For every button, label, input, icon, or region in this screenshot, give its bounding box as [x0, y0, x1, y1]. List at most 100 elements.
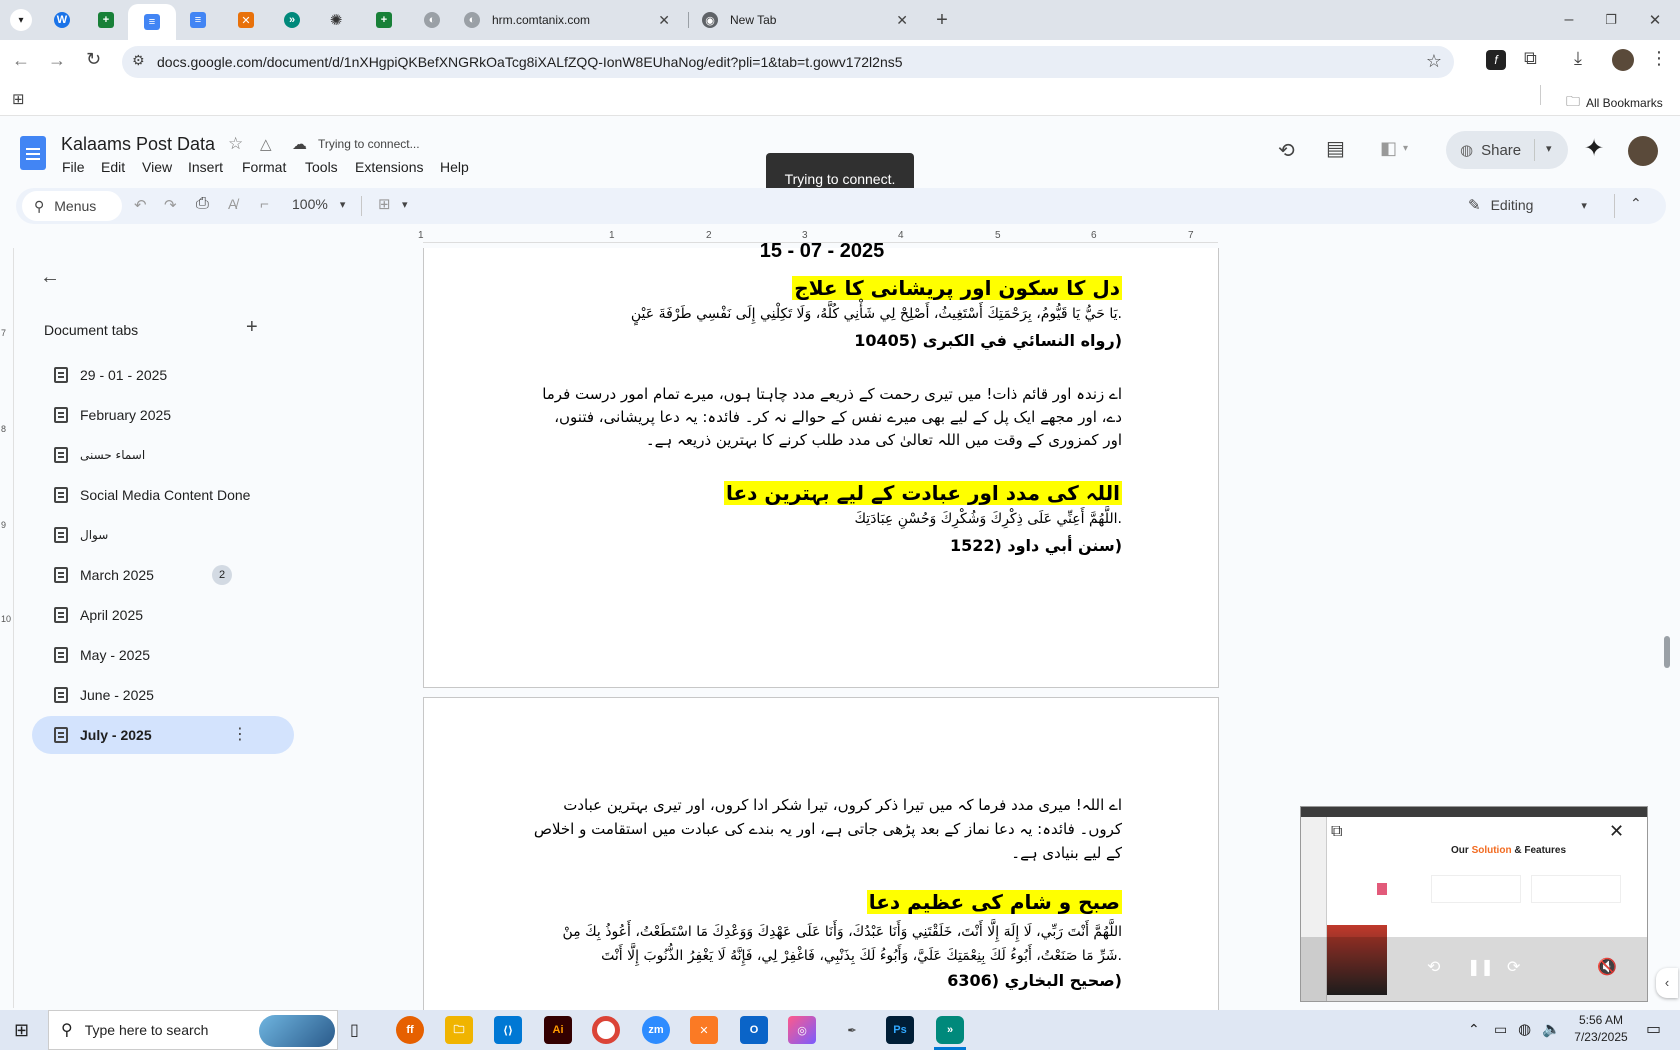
- rewind-icon[interactable]: ⟲: [1427, 957, 1440, 977]
- pinned-tab-7[interactable]: ✺: [322, 6, 350, 34]
- volume-icon[interactable]: 🔈: [1542, 1020, 1561, 1038]
- firefox-icon[interactable]: ff: [396, 1016, 424, 1044]
- puzzle-icon[interactable]: ⧉: [1524, 48, 1537, 69]
- reload-icon[interactable]: ↻: [86, 49, 101, 70]
- pinned-tab-1[interactable]: W: [48, 6, 76, 34]
- pen-tool-icon[interactable]: ✒: [838, 1016, 866, 1044]
- star-icon[interactable]: ☆: [228, 134, 243, 154]
- vertical-ruler[interactable]: 7 8 9 10: [0, 248, 14, 1008]
- sidebar-tab-july-2025[interactable]: July - 2025 ⋮: [32, 716, 294, 754]
- close-window-button[interactable]: ✕: [1640, 6, 1670, 34]
- chevron-up-icon[interactable]: ⌃: [1630, 195, 1642, 212]
- globe-icon[interactable]: ◍: [1518, 1020, 1531, 1038]
- network-icon[interactable]: ▭: [1494, 1021, 1507, 1038]
- undo-icon[interactable]: ↶: [134, 196, 147, 214]
- apps-grid-icon[interactable]: ⊞: [12, 90, 25, 108]
- sidebar-tab-asma-husna[interactable]: اسماء حسنی: [32, 436, 294, 474]
- pinned-tab-docs-active[interactable]: ≡: [128, 4, 176, 40]
- docs-logo-icon[interactable]: [20, 136, 46, 170]
- tab-search-button[interactable]: ▾: [8, 6, 34, 34]
- print-icon[interactable]: ⎙: [196, 195, 209, 213]
- editing-mode-select[interactable]: ✎ Editing ▾: [1468, 196, 1587, 214]
- app-icon[interactable]: »: [936, 1016, 964, 1044]
- taskbar-search[interactable]: ⚲ Type here to search: [48, 1010, 338, 1050]
- document-page[interactable]: 15 - 07 - 2025 دل کا سکون اور پریشانی کا…: [423, 240, 1219, 688]
- vscode-icon[interactable]: ⟨⟩: [494, 1016, 522, 1044]
- minimize-button[interactable]: –: [1554, 6, 1584, 34]
- site-info-icon[interactable]: ⚙: [132, 52, 145, 69]
- sidebar-tab-february-2025[interactable]: February 2025: [32, 396, 294, 434]
- system-clock[interactable]: 5:56 AM 7/23/2025: [1566, 1012, 1636, 1046]
- notifications-icon[interactable]: ▭: [1646, 1019, 1661, 1039]
- sidebar-tab-may-2025[interactable]: May - 2025: [32, 636, 294, 674]
- back-icon[interactable]: ←: [12, 50, 30, 71]
- insert-icon[interactable]: ⊞: [378, 195, 391, 213]
- illustrator-icon[interactable]: Ai: [544, 1016, 572, 1044]
- pinned-tab-9[interactable]: ◐: [418, 6, 446, 34]
- redo-icon[interactable]: ↷: [164, 196, 177, 214]
- forward-icon[interactable]: ⟳: [1507, 957, 1520, 977]
- zoom-select[interactable]: 100% ▾: [292, 196, 345, 212]
- kebab-menu-icon[interactable]: ⋮: [1650, 48, 1668, 69]
- chrome-icon[interactable]: [592, 1016, 620, 1044]
- menu-format[interactable]: Format: [242, 159, 286, 175]
- back-to-tab-icon[interactable]: ⧉: [1331, 823, 1342, 841]
- vertical-scrollbar-thumb[interactable]: [1664, 636, 1670, 668]
- xampp-icon[interactable]: ✕: [690, 1016, 718, 1044]
- restore-button[interactable]: ❐: [1596, 6, 1626, 34]
- search-menus[interactable]: ⚲ Menus: [22, 191, 122, 221]
- close-icon[interactable]: ✕: [658, 12, 670, 29]
- forward-icon[interactable]: →: [48, 50, 66, 71]
- pinned-tab-4[interactable]: ≡: [184, 6, 212, 34]
- close-icon[interactable]: ✕: [896, 12, 908, 29]
- picture-in-picture-window[interactable]: Our Solution & Features ⧉ ✕ ⟲ ❚❚ ⟳ 🔇: [1300, 806, 1648, 1002]
- share-button[interactable]: ◍ Share ▾: [1446, 131, 1568, 169]
- move-icon[interactable]: △: [260, 135, 272, 153]
- browser-tab-newtab[interactable]: ◉ New Tab ✕: [694, 6, 916, 34]
- comments-icon[interactable]: ▤: [1326, 136, 1345, 161]
- paint-format-icon[interactable]: ⌐: [260, 196, 269, 213]
- new-tab-button[interactable]: +: [928, 6, 956, 34]
- close-icon[interactable]: ✕: [1609, 821, 1624, 842]
- all-bookmarks-button[interactable]: 🗀 All Bookmarks: [1566, 91, 1663, 115]
- sidebar-tab-29-01-2025[interactable]: 29 - 01 - 2025: [32, 356, 294, 394]
- spellcheck-icon[interactable]: A̸: [228, 196, 237, 212]
- menu-file[interactable]: File: [62, 159, 85, 175]
- add-tab-button[interactable]: +: [246, 316, 258, 339]
- menu-insert[interactable]: Insert: [188, 159, 223, 175]
- chevron-down-icon[interactable]: ▾: [1546, 142, 1552, 155]
- pinned-tab-5[interactable]: ✕: [232, 6, 260, 34]
- gemini-icon[interactable]: ✦: [1584, 134, 1604, 163]
- account-avatar[interactable]: [1628, 136, 1658, 166]
- version-history-icon[interactable]: ⟲: [1278, 138, 1295, 163]
- pinned-tab-2[interactable]: +: [92, 6, 120, 34]
- sidebar-tab-april-2025[interactable]: April 2025: [32, 596, 294, 634]
- document-page[interactable]: اے اللہ! میری مدد فرما کہ میں تیرا ذکر ک…: [423, 697, 1219, 1017]
- mute-icon[interactable]: 🔇: [1597, 957, 1617, 977]
- star-icon[interactable]: ☆: [1426, 51, 1442, 72]
- chevron-up-icon[interactable]: ⌃: [1468, 1021, 1480, 1038]
- side-panel-toggle[interactable]: ‹: [1656, 968, 1678, 998]
- menu-edit[interactable]: Edit: [101, 159, 125, 175]
- pause-icon[interactable]: ❚❚: [1467, 957, 1494, 977]
- sidebar-tab-march-2025[interactable]: March 2025 2: [32, 556, 294, 594]
- pinned-tab-6[interactable]: »: [278, 6, 306, 34]
- windows-start-icon[interactable]: ⊞: [14, 1020, 29, 1041]
- sidebar-tab-social-media-content[interactable]: Social Media Content Done: [32, 476, 294, 514]
- sidebar-tab-sawal[interactable]: سوال: [32, 516, 294, 554]
- back-arrow-icon[interactable]: ←: [40, 266, 60, 289]
- omnibox[interactable]: ⚙ docs.google.com/document/d/1nXHgpiQKBe…: [122, 46, 1454, 78]
- more-options-icon[interactable]: ⋮: [232, 724, 248, 744]
- menu-help[interactable]: Help: [440, 159, 469, 175]
- meet-button[interactable]: ◧ ▾: [1380, 138, 1408, 159]
- zoom-icon[interactable]: zm: [642, 1016, 670, 1044]
- task-view-icon[interactable]: ▯: [350, 1020, 359, 1040]
- photo-app-icon[interactable]: ◎: [788, 1016, 816, 1044]
- pinned-tab-8[interactable]: +: [370, 6, 398, 34]
- menu-tools[interactable]: Tools: [305, 159, 338, 175]
- photoshop-icon[interactable]: Ps: [886, 1016, 914, 1044]
- browser-tab-hrm[interactable]: ◐ hrm.comtanix.com ✕: [456, 6, 678, 34]
- sidebar-tab-june-2025[interactable]: June - 2025: [32, 676, 294, 714]
- chevron-down-icon[interactable]: ▾: [402, 198, 408, 211]
- file-explorer-icon[interactable]: 🗀: [445, 1016, 473, 1044]
